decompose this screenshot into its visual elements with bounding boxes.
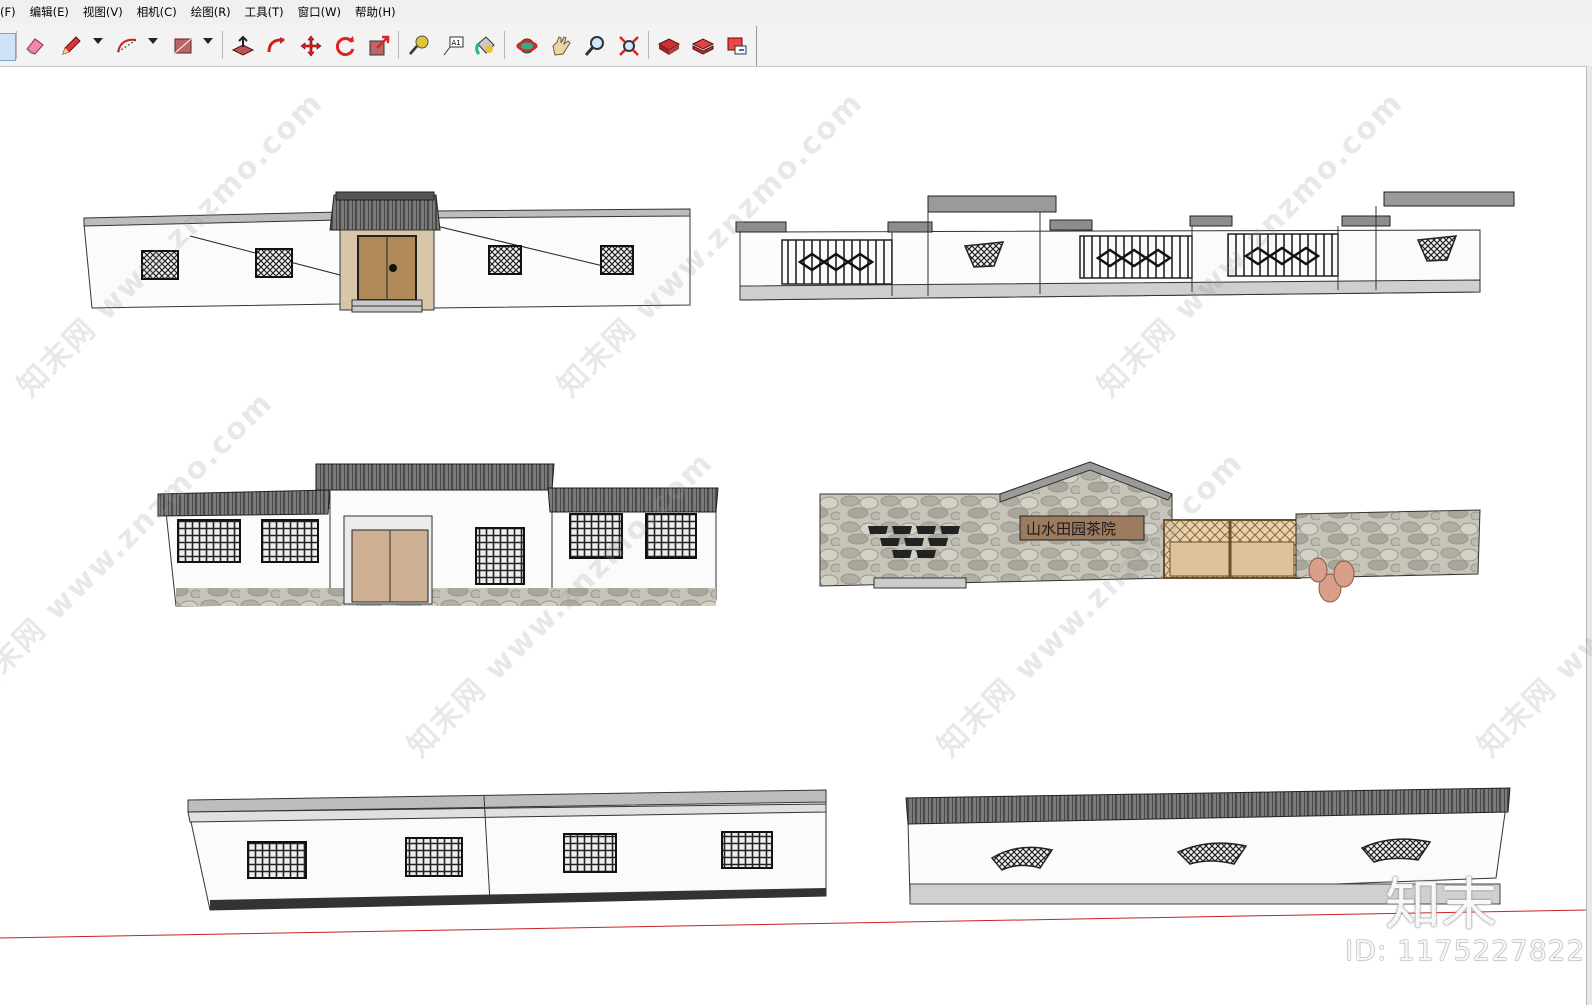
push-pull-icon — [231, 35, 255, 56]
arc-icon — [117, 38, 137, 53]
eraser-button[interactable] — [22, 33, 48, 59]
rotate-icon — [335, 36, 355, 56]
menu-bar: (F) 编辑(E) 视图(V) 相机(C) 绘图(R) 工具(T) 窗口(W) … — [0, 0, 1592, 24]
warehouse-button[interactable] — [656, 33, 682, 59]
pencil-icon — [62, 36, 81, 55]
orbit-icon — [516, 38, 538, 54]
menu-file[interactable]: (F) — [0, 5, 16, 19]
menu-tools[interactable]: 工具(T) — [245, 4, 284, 20]
move-icon — [300, 35, 322, 57]
share-model-button[interactable] — [724, 33, 750, 59]
watermark-id: ID: 1175227822 — [1345, 934, 1586, 967]
watermark-logo: 知末 — [1385, 873, 1497, 938]
tape-measure-icon — [409, 35, 429, 55]
rectangle-icon — [174, 38, 192, 54]
pan-icon — [552, 36, 571, 56]
scale-icon — [369, 35, 390, 56]
menu-camera[interactable]: 相机(C) — [137, 4, 177, 20]
pencil-button[interactable] — [58, 33, 84, 59]
viewport-scrollbar[interactable] — [1586, 66, 1592, 1005]
follow-me-icon — [267, 37, 285, 53]
push-pull-button[interactable] — [230, 33, 256, 59]
menu-window[interactable]: 窗口(W) — [298, 4, 341, 20]
zoom-extents-icon — [619, 36, 639, 56]
model-long-wall-lattice[interactable] — [187, 789, 827, 911]
pan-button[interactable] — [548, 33, 574, 59]
text-icon: A1 — [443, 36, 464, 56]
svg-text:A1: A1 — [452, 39, 461, 47]
paint-bucket-icon — [475, 36, 495, 56]
follow-me-button[interactable] — [264, 33, 290, 59]
rectangle-button[interactable] — [170, 33, 196, 59]
move-button[interactable] — [298, 33, 324, 59]
paint-bucket-button[interactable] — [472, 33, 498, 59]
signboard-text: 山水田园茶院 — [1026, 520, 1116, 538]
rotate-button[interactable] — [332, 33, 358, 59]
select-tool-button[interactable] — [0, 33, 16, 61]
text-button[interactable]: A1 — [440, 33, 466, 59]
menu-edit[interactable]: 编辑(E) — [30, 4, 69, 20]
zoom-icon — [584, 36, 604, 56]
eraser-icon — [26, 38, 44, 55]
warehouse-icon — [657, 38, 681, 55]
scale-button[interactable] — [366, 33, 392, 59]
menu-view[interactable]: 视图(V) — [83, 4, 123, 20]
tape-measure-button[interactable] — [406, 33, 432, 59]
extension-icon — [691, 38, 715, 55]
model-wall-with-iron-fences[interactable] — [735, 191, 1515, 301]
zoom-button[interactable] — [582, 33, 608, 59]
menu-help[interactable]: 帮助(H) — [355, 4, 396, 20]
extension-button[interactable] — [690, 33, 716, 59]
share-model-icon — [727, 37, 747, 55]
model-viewport[interactable]: 山水田园茶院 — [0, 66, 1586, 1005]
menu-draw[interactable]: 绘图(R) — [191, 4, 231, 20]
orbit-button[interactable] — [514, 33, 540, 59]
arc-button[interactable] — [114, 33, 140, 59]
zoom-extents-button[interactable] — [616, 33, 642, 59]
